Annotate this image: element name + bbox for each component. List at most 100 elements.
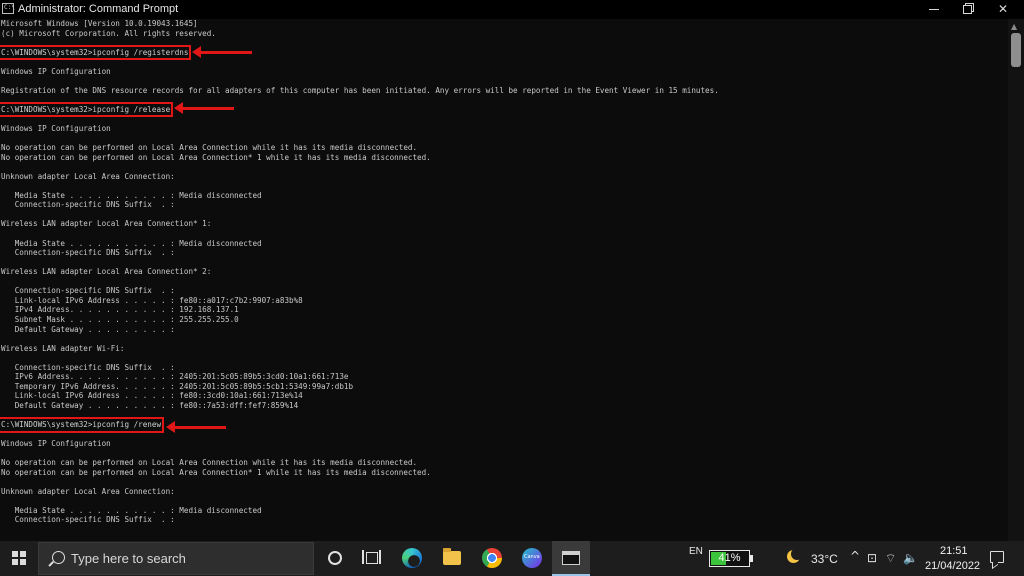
- console-text: Unknown adapter Local Area Connection:: [1, 486, 175, 496]
- console-text: No operation can be performed on Local A…: [1, 467, 431, 477]
- weather-temperature[interactable]: 33°C: [811, 552, 838, 566]
- console-text: Temporary IPv6 Address. . . . . . : 2405…: [1, 381, 354, 391]
- chrome-button[interactable]: [473, 541, 511, 576]
- console-line: Registration of the DNS resource records…: [1, 86, 1008, 96]
- console-line: IPv4 Address. . . . . . . . . . . : 192.…: [1, 305, 1008, 315]
- cortana-icon: [328, 551, 342, 565]
- cortana-button[interactable]: [316, 541, 354, 576]
- window-title: Administrator: Command Prompt: [18, 3, 179, 15]
- console-line: Connection-specific DNS Suffix . :: [1, 286, 1008, 296]
- console-text: Default Gateway . . . . . . . . . :: [1, 324, 175, 334]
- console-line: Media State . . . . . . . . . . . : Medi…: [1, 506, 1008, 516]
- edge-button[interactable]: [393, 541, 431, 576]
- notification-icon[interactable]: [990, 551, 1004, 563]
- task-view-button[interactable]: [354, 541, 392, 576]
- console-line: Media State . . . . . . . . . . . : Medi…: [1, 239, 1008, 249]
- clock-time[interactable]: 21:51: [940, 545, 968, 557]
- language-indicator[interactable]: EN: [689, 546, 703, 557]
- console-text: Windows IP Configuration: [1, 439, 111, 449]
- canva-icon: [522, 548, 542, 568]
- terminal-icon: [562, 551, 580, 565]
- console-text: Connection-specific DNS Suffix . :: [1, 286, 175, 296]
- file-explorer-button[interactable]: [433, 541, 471, 576]
- clock-date[interactable]: 21/04/2022: [925, 560, 980, 572]
- console-text: Unknown adapter Local Area Connection:: [1, 171, 175, 181]
- start-button[interactable]: [0, 541, 38, 576]
- console-text: No operation can be performed on Local A…: [1, 458, 418, 468]
- console-line: C:\WINDOWS\system32>ipconfig /renew: [0, 417, 1008, 433]
- console-line: No operation can be performed on Local A…: [1, 143, 1008, 153]
- annotation-arrow-registerdns: [192, 46, 252, 58]
- console-line: Connection-specific DNS Suffix . :: [1, 248, 1008, 258]
- command-prompt-taskbar-button[interactable]: [552, 541, 590, 576]
- close-button[interactable]: ✕: [986, 0, 1020, 19]
- console-line: Wireless LAN adapter Wi-Fi:: [1, 344, 1008, 354]
- vertical-scrollbar[interactable]: ▲: [1008, 19, 1024, 541]
- console-line: Connection-specific DNS Suffix . :: [1, 200, 1008, 210]
- minimize-button[interactable]: [917, 0, 951, 19]
- minimize-icon: [929, 9, 939, 10]
- console-text: Connection-specific DNS Suffix . :: [1, 200, 175, 210]
- console-line: Microsoft Windows [Version 10.0.19043.16…: [1, 19, 1008, 29]
- edge-icon: [402, 548, 422, 568]
- console-line: Temporary IPv6 Address. . . . . . : 2405…: [1, 382, 1008, 392]
- title-bar[interactable]: C:\ Administrator: Command Prompt ✕: [0, 0, 1024, 19]
- highlighted-command: C:\WINDOWS\system32>ipconfig /release: [0, 102, 174, 118]
- console-text: Wireless LAN adapter Local Area Connecti…: [1, 267, 212, 277]
- volume-icon[interactable]: 🔈: [903, 551, 918, 565]
- task-view-icon: [366, 552, 378, 564]
- console-line: C:\WINDOWS\system32>ipconfig /registerdn…: [0, 44, 1008, 61]
- console-line: Windows IP Configuration: [1, 124, 1008, 134]
- console-text: Microsoft Windows [Version 10.0.19043.16…: [1, 19, 198, 28]
- console-line: Media State . . . . . . . . . . . : Medi…: [1, 191, 1008, 201]
- battery-indicator[interactable]: 41%: [709, 550, 750, 567]
- console-line: Subnet Mask . . . . . . . . . . . : 255.…: [1, 315, 1008, 325]
- annotation-arrow-release: [174, 102, 234, 114]
- console-text: IPv4 Address. . . . . . . . . . . : 192.…: [1, 305, 239, 315]
- maximize-button[interactable]: [950, 0, 984, 19]
- taskbar: Type here to search EN 41% 33°C ^ ⊡ ⌔ 🔈 …: [0, 541, 1024, 576]
- taskbar-search-box[interactable]: Type here to search: [38, 542, 314, 575]
- console-text: Media State . . . . . . . . . . . : Medi…: [1, 238, 262, 248]
- scroll-up-icon[interactable]: ▲: [1011, 22, 1017, 31]
- canva-button[interactable]: [513, 541, 551, 576]
- wifi-icon[interactable]: ⌔: [885, 551, 896, 566]
- network-icon[interactable]: ⊡: [867, 551, 877, 565]
- console-text: IPv6 Address. . . . . . . . . . . : 2405…: [1, 372, 349, 382]
- console-line: Link-local IPv6 Address . . . . . : fe80…: [1, 391, 1008, 401]
- console-line: Link-local IPv6 Address . . . . . : fe80…: [1, 296, 1008, 306]
- console-text: Connection-specific DNS Suffix . :: [1, 362, 175, 372]
- chevron-up-icon[interactable]: ^: [850, 549, 860, 563]
- search-icon: [52, 551, 65, 564]
- windows-logo-icon: [12, 551, 26, 565]
- console-text: Link-local IPv6 Address . . . . . : fe80…: [1, 295, 303, 305]
- folder-icon: [443, 548, 461, 565]
- maximize-icon: [962, 5, 972, 14]
- console-line: Windows IP Configuration: [1, 67, 1008, 77]
- console-line: Wireless LAN adapter Local Area Connecti…: [1, 219, 1008, 229]
- console-line: Windows IP Configuration: [1, 439, 1008, 449]
- console-text: Registration of the DNS resource records…: [1, 85, 719, 95]
- annotation-arrow-renew: [166, 421, 226, 433]
- console-text: Windows IP Configuration: [1, 124, 111, 134]
- console-text: No operation can be performed on Local A…: [1, 143, 418, 153]
- scroll-thumb[interactable]: [1011, 33, 1021, 67]
- console-text: Default Gateway . . . . . . . . . : fe80…: [1, 400, 299, 410]
- console-text: Subnet Mask . . . . . . . . . . . : 255.…: [1, 314, 239, 324]
- command-prompt-icon: C:\: [2, 3, 15, 14]
- weather-moon-icon[interactable]: [786, 548, 803, 566]
- search-placeholder: Type here to search: [71, 551, 186, 566]
- console-line: Unknown adapter Local Area Connection:: [1, 487, 1008, 497]
- console-text: Wireless LAN adapter Wi-Fi:: [1, 343, 125, 353]
- console-output[interactable]: Microsoft Windows [Version 10.0.19043.16…: [0, 19, 1008, 541]
